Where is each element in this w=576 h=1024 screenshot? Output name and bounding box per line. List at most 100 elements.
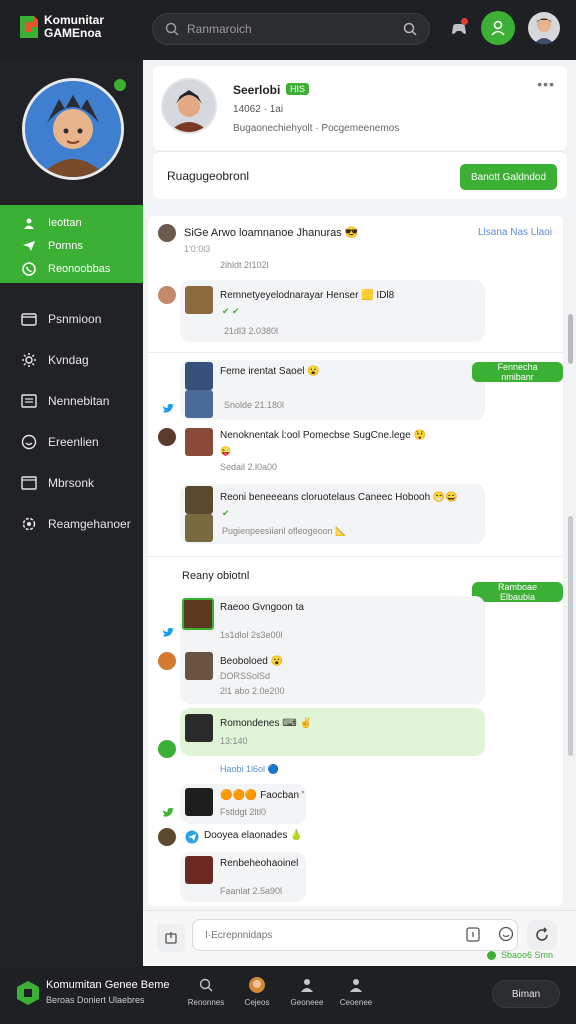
telegram-icon[interactable] bbox=[185, 830, 199, 844]
game-thumbnail[interactable] bbox=[182, 598, 214, 630]
message-avatar[interactable] bbox=[158, 286, 176, 304]
sidebar-item-label: Mbrsonk bbox=[48, 475, 95, 490]
footer-nav-item[interactable]: Ceoenee bbox=[334, 976, 378, 1007]
account-button[interactable] bbox=[481, 11, 515, 45]
footer-nav-item[interactable]: Geoneee bbox=[285, 976, 329, 1007]
attachment-icon bbox=[165, 932, 177, 944]
connection-status: Sbaoo6 Smn bbox=[487, 950, 553, 960]
footer-nav-label: Geoneee bbox=[290, 998, 324, 1007]
message-action-button[interactable]: Fennecha nmibanr bbox=[472, 362, 563, 382]
footer-title: Komumitan Genee Beme bbox=[46, 979, 170, 991]
sidebar-profile-picture[interactable] bbox=[22, 78, 124, 180]
notification-button[interactable] bbox=[444, 14, 474, 44]
sidebar-item-2[interactable]: Kvndag bbox=[0, 339, 143, 380]
status-dot bbox=[487, 950, 496, 960]
message-timestamp: 21dl3 2.0380l bbox=[224, 326, 279, 336]
post-link[interactable]: Llsana Nas Llaoi bbox=[478, 227, 552, 238]
user-avatar[interactable] bbox=[528, 12, 560, 44]
scrollbar-track-segment bbox=[568, 516, 573, 756]
whatsapp-icon bbox=[22, 261, 36, 276]
game-thumbnail[interactable] bbox=[185, 362, 213, 390]
sidebar-item-6[interactable]: Reamgehanoer bbox=[0, 503, 143, 544]
twitter-icon[interactable] bbox=[161, 626, 175, 640]
attach-button[interactable] bbox=[157, 924, 185, 952]
footer-subtitle: Beroas Doniert Ulaebres bbox=[46, 995, 145, 1005]
profile-icon bbox=[347, 976, 365, 994]
post-author-avatar[interactable] bbox=[158, 224, 176, 242]
window-icon bbox=[20, 474, 38, 492]
footer: Komumitan Genee Beme Beroas Doniert Ulae… bbox=[0, 966, 576, 1024]
divider bbox=[148, 556, 563, 557]
twitter-icon[interactable] bbox=[161, 806, 175, 820]
footer-nav-item[interactable]: Cejeos bbox=[235, 976, 279, 1007]
game-thumbnail[interactable] bbox=[185, 652, 213, 680]
profile-meta: 14062 · 1ai bbox=[233, 104, 284, 115]
sticker-icon bbox=[466, 927, 480, 942]
sidebar-item-1[interactable]: Psnmioon bbox=[0, 298, 143, 339]
sidebar-quick-label: Pornns bbox=[48, 239, 83, 252]
message-reactions: ✔ bbox=[222, 508, 230, 518]
user-icon bbox=[22, 216, 36, 230]
emoji-button[interactable] bbox=[496, 924, 516, 944]
search-input[interactable]: Ranmaroich bbox=[187, 22, 403, 36]
scrollbar[interactable] bbox=[566, 216, 574, 906]
message-bubble-highlighted[interactable] bbox=[180, 708, 485, 756]
game-thumbnail[interactable] bbox=[185, 286, 213, 314]
game-thumbnail[interactable] bbox=[185, 486, 213, 514]
logo-text: Komunitar GAMEnoa bbox=[44, 14, 104, 40]
message-timestamp: Snolde 21.180l bbox=[224, 400, 285, 410]
search-submit-icon[interactable] bbox=[403, 22, 417, 36]
game-avatar-icon bbox=[248, 976, 266, 994]
message-text: Feme irentat Saoel 😮 bbox=[220, 366, 320, 377]
game-thumbnail[interactable] bbox=[185, 514, 213, 542]
message-avatar[interactable] bbox=[158, 740, 176, 758]
profile-name: Seerlobi bbox=[233, 83, 281, 97]
footer-nav-item[interactable]: Renonnes bbox=[184, 976, 228, 1007]
user-icon bbox=[491, 20, 505, 36]
sidebar-nav: Psnmioon Kvndag Nennebitan Ereenlien Mbr… bbox=[0, 298, 143, 544]
twitter-icon[interactable] bbox=[161, 402, 175, 416]
chat-feed: SiGe Arwo loamnanoe Jhanuras 😎 Llsana Na… bbox=[148, 216, 563, 906]
game-thumbnail[interactable] bbox=[185, 856, 213, 884]
game-thumbnail[interactable] bbox=[185, 714, 213, 742]
footer-nav-label: Cejeos bbox=[244, 998, 270, 1007]
folder-icon bbox=[20, 310, 38, 328]
section-action-button[interactable]: Ramboae Elbaubia bbox=[472, 582, 563, 602]
message-text: Beoboloed 😮 bbox=[220, 656, 284, 667]
section-title: Reany obiotnl bbox=[182, 570, 250, 582]
app-logo[interactable]: Komunitar GAMEnoa bbox=[18, 12, 104, 42]
sidebar-item-5[interactable]: Mbrsonk bbox=[0, 462, 143, 503]
send-button[interactable] bbox=[527, 920, 557, 950]
sidebar-item-3[interactable]: Nennebitan bbox=[0, 380, 143, 421]
sticker-button[interactable] bbox=[463, 924, 483, 944]
game-thumbnail[interactable] bbox=[185, 390, 213, 418]
reply-action-button[interactable]: Banott Galdndod bbox=[460, 164, 557, 190]
sidebar-quick-menu: Ieottan Pornns Reonoobbas bbox=[0, 205, 143, 283]
search-icon bbox=[197, 976, 215, 994]
message-timestamp: 2ihldt 2I102I bbox=[220, 260, 270, 270]
message-timestamp: Pugienpeesiianl ofleogeoon 📐 bbox=[222, 526, 347, 536]
emoji-icon bbox=[498, 926, 514, 942]
group-icon bbox=[298, 976, 316, 994]
logo-mark-icon bbox=[20, 16, 38, 38]
message-avatar[interactable] bbox=[158, 652, 176, 670]
sidebar-quick-item-2[interactable]: Pornns bbox=[0, 234, 143, 257]
scrollbar-thumb[interactable] bbox=[568, 314, 573, 364]
sidebar-quick-item-3[interactable]: Reonoobbas bbox=[0, 257, 143, 280]
avatar-image bbox=[534, 18, 554, 44]
game-thumbnail[interactable] bbox=[185, 788, 213, 816]
footer-action-button[interactable]: Biman bbox=[492, 980, 560, 1008]
post-title: SiGe Arwo loamnanoe Jhanuras 😎 bbox=[184, 227, 359, 239]
sidebar-item-label: Psnmioon bbox=[48, 311, 102, 326]
profile-avatar[interactable] bbox=[161, 78, 217, 134]
search-bar[interactable]: Ranmaroich bbox=[152, 13, 430, 45]
message-timestamp: 2l1 abo 2.0e200 bbox=[220, 686, 285, 696]
footer-nav-label: Ceoenee bbox=[339, 998, 373, 1007]
sidebar-item-4[interactable]: Ereenlien bbox=[0, 421, 143, 462]
game-thumbnail[interactable] bbox=[185, 428, 213, 456]
message-avatar[interactable] bbox=[158, 828, 176, 846]
more-options-icon[interactable]: ••• bbox=[537, 76, 555, 92]
sidebar-quick-item-1[interactable]: Ieottan bbox=[0, 211, 143, 234]
sidebar-item-label: Reamgehanoer bbox=[48, 516, 131, 531]
message-avatar[interactable] bbox=[158, 428, 176, 446]
